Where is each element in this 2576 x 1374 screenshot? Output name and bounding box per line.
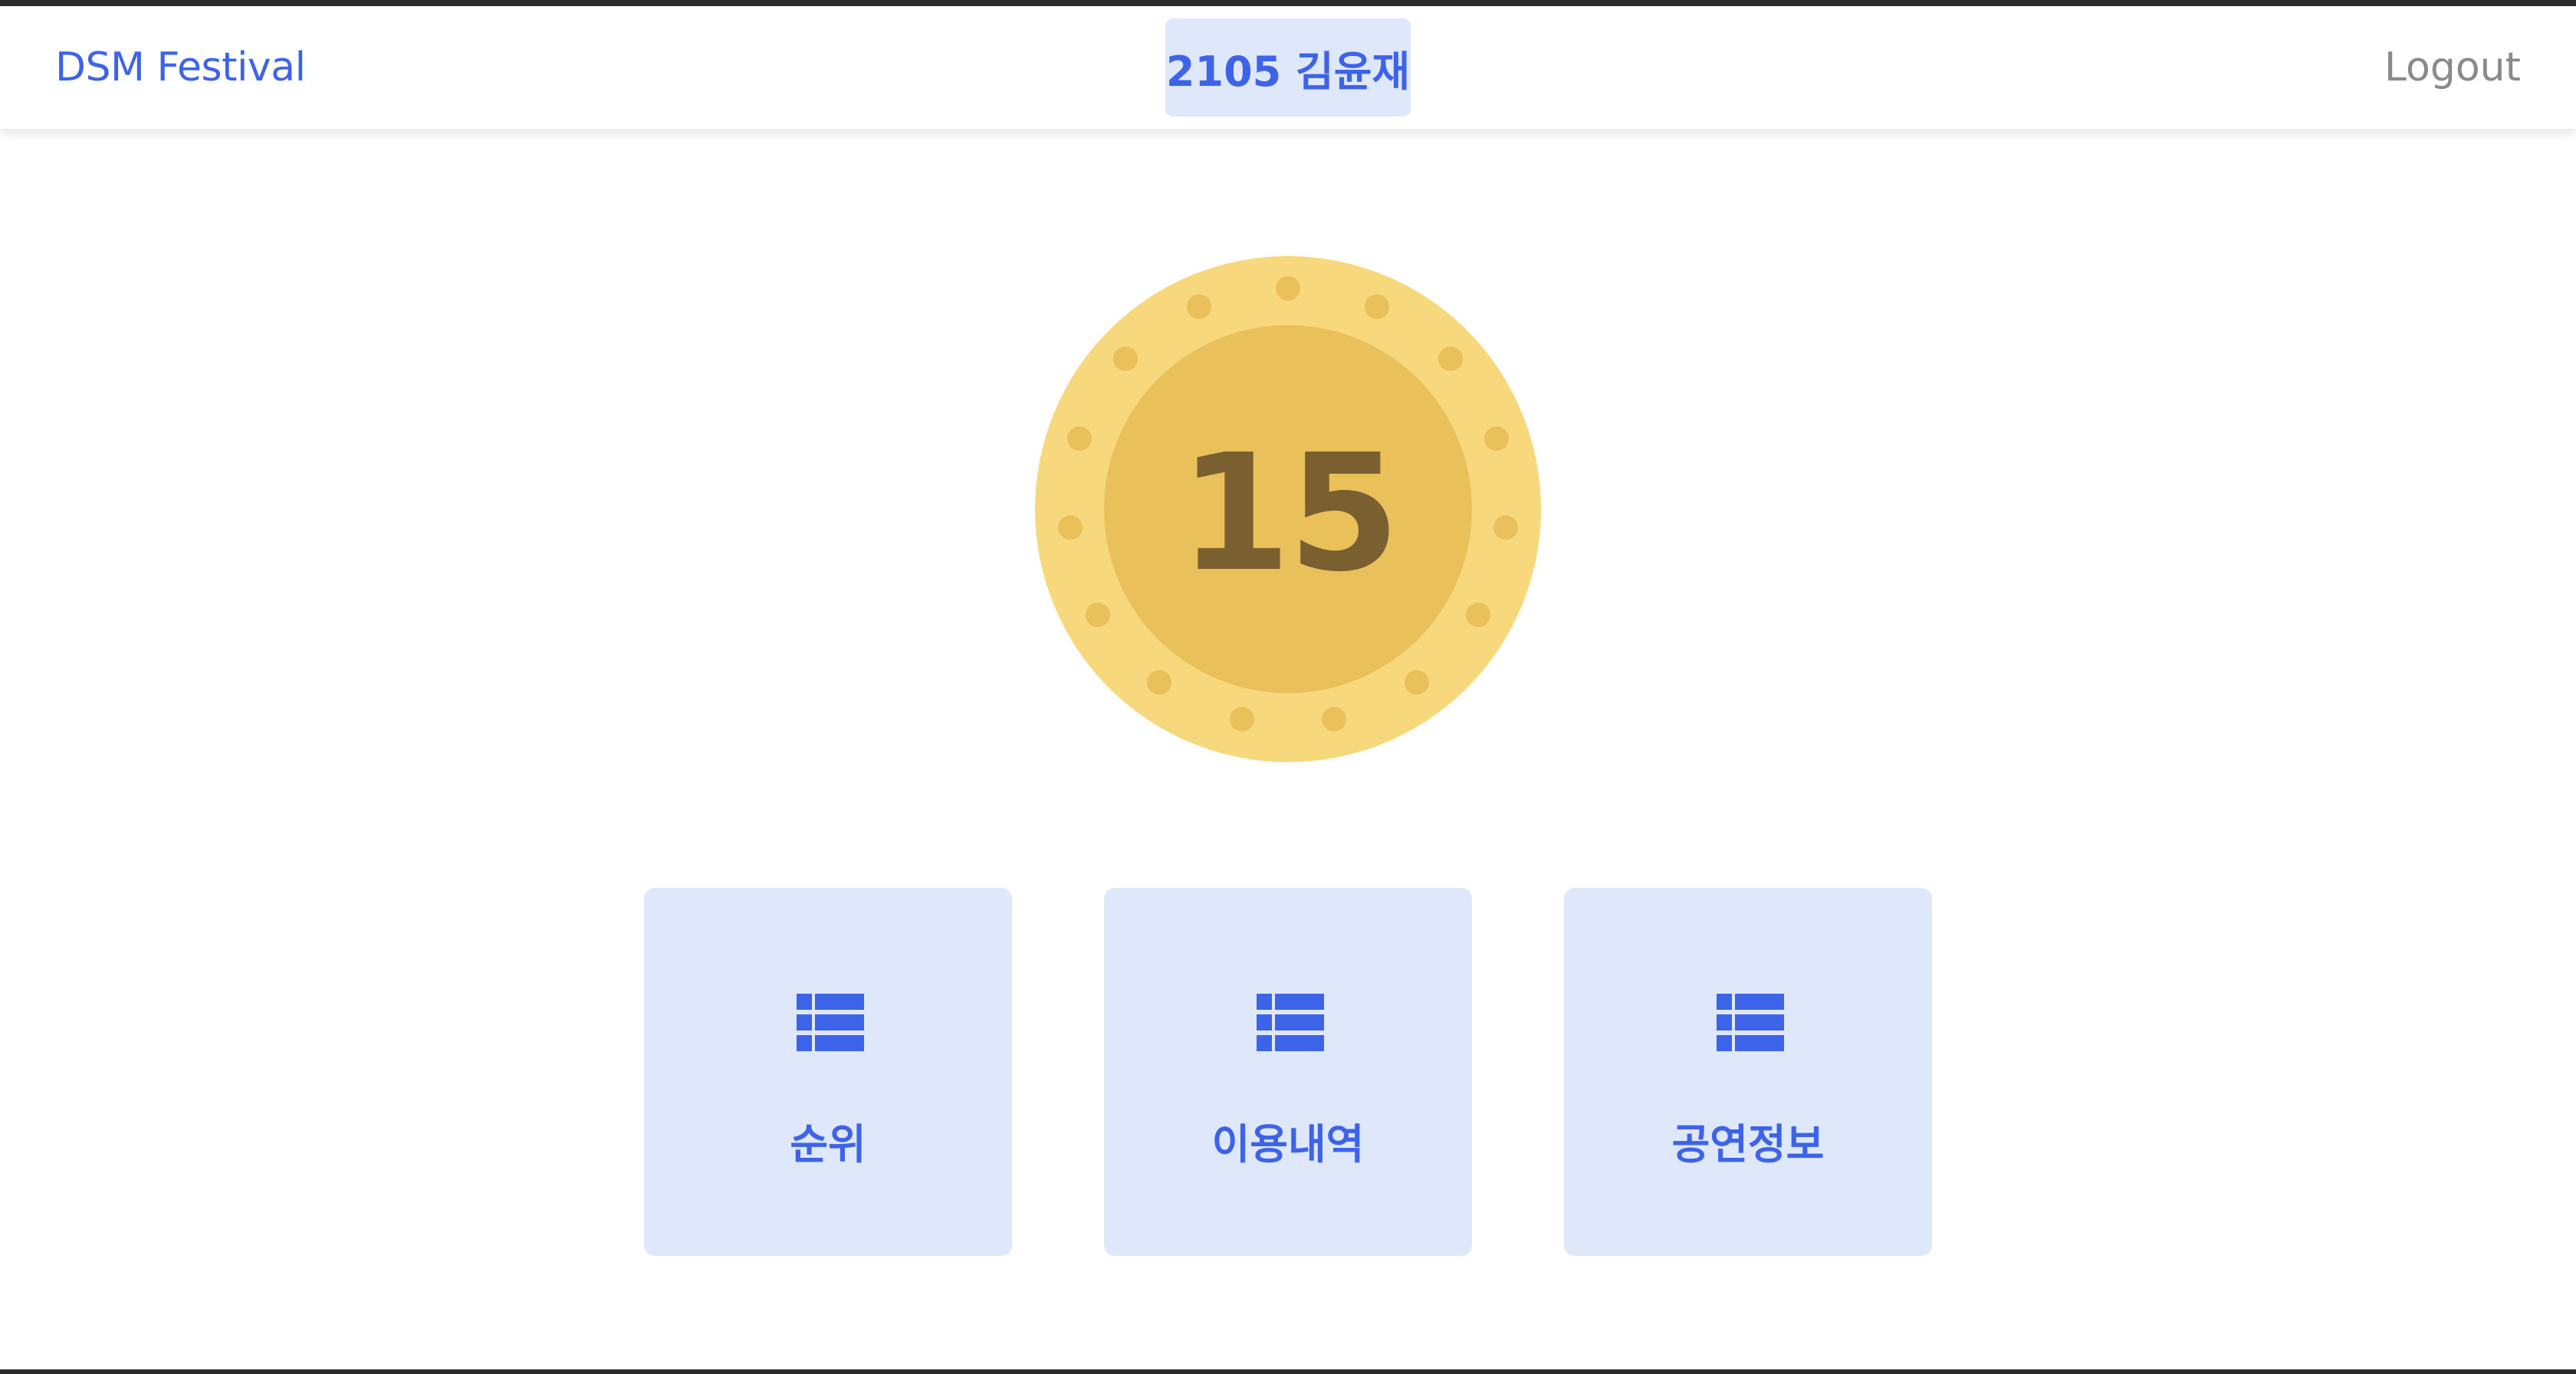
user-button[interactable]: 2105 김윤재 [1165,18,1411,117]
list-icon [1717,994,1784,1051]
logout-button[interactable]: Logout [2384,43,2521,92]
ranking-card[interactable]: 순위 [644,888,1012,1256]
performance-info-label: 공연정보 [1671,1120,1825,1169]
coin-count: 15 [1178,419,1400,607]
ranking-label: 순위 [790,1120,866,1169]
performance-info-card[interactable]: 공연정보 [1564,888,1932,1256]
coin-balance: 15 [1035,256,1541,762]
list-icon [797,994,864,1051]
top-bar: DSM Festival 2105 김윤재 Logout [0,6,2576,129]
list-icon [1257,994,1324,1051]
brand-link[interactable]: DSM Festival [55,43,306,92]
usage-history-label: 이용내역 [1211,1120,1365,1169]
usage-history-card[interactable]: 이용내역 [1104,888,1472,1256]
app-window: DSM Festival 2105 김윤재 Logout 15 순위 이용내역 … [0,0,2576,1374]
